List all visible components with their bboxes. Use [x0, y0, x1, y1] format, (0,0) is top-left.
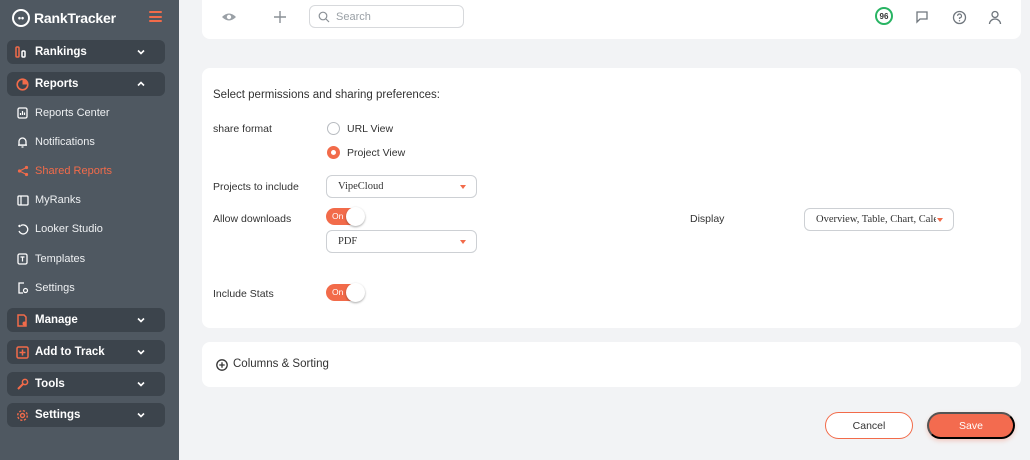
columns-sorting-panel[interactable]: Columns & Sorting: [202, 342, 1021, 387]
select-value: VipeCloud: [338, 181, 384, 192]
dropdown-caret-icon: [460, 240, 466, 244]
manage-icon: [15, 313, 29, 327]
include-stats-toggle[interactable]: On: [326, 283, 365, 302]
report-settings-icon: [16, 282, 29, 295]
select-value: PDF: [338, 236, 358, 247]
display-select[interactable]: Overview, Table, Chart, Calendar: [804, 208, 954, 231]
sidebar-item-label: Looker Studio: [35, 223, 103, 235]
sidebar-group-manage[interactable]: Manage: [7, 308, 165, 332]
columns-sorting-label: Columns & Sorting: [233, 358, 329, 370]
logo-text: RankTracker: [34, 10, 116, 26]
sidebar-group-label: Settings: [35, 409, 81, 421]
sidebar-item-looker-studio[interactable]: Looker Studio: [16, 220, 103, 238]
radio-url-view[interactable]: URL View: [327, 122, 393, 135]
dropdown-caret-icon: [937, 218, 943, 222]
sidebar-item-label: Templates: [35, 253, 86, 265]
share-icon: [16, 165, 29, 178]
projects-label: Projects to include: [213, 181, 299, 193]
logo-icon: ••: [12, 9, 30, 27]
radio-label: Project View: [347, 146, 406, 159]
radio-project-view[interactable]: Project View: [327, 146, 405, 159]
user-icon[interactable]: [986, 8, 1004, 26]
display-label: Display: [690, 213, 725, 225]
add-to-track-icon: [15, 345, 29, 359]
sidebar-item-myranks[interactable]: MyRanks: [16, 191, 81, 209]
tools-icon: [15, 377, 29, 391]
plus-icon[interactable]: [271, 8, 289, 26]
sidebar-group-add-to-track[interactable]: Add to Track: [7, 340, 165, 364]
chevron-down-icon: [137, 349, 145, 355]
sidebar-item-reports-center[interactable]: Reports Center: [16, 104, 110, 122]
form-heading: Select permissions and sharing preferenc…: [213, 89, 440, 101]
sidebar-item-label: Reports Center: [35, 107, 110, 119]
cancel-button[interactable]: Cancel: [825, 412, 913, 439]
sidebar-item-label: Settings: [35, 282, 75, 294]
allow-downloads-toggle[interactable]: On: [326, 207, 365, 226]
bell-icon: [16, 136, 29, 149]
templates-icon: [16, 253, 29, 266]
sidebar-group-label: Reports: [35, 78, 79, 90]
search-input[interactable]: [336, 10, 446, 23]
dropdown-caret-icon: [460, 185, 466, 189]
logo[interactable]: •• RankTracker: [12, 8, 116, 28]
sidebar-group-label: Rankings: [35, 46, 87, 58]
score-badge[interactable]: 96: [875, 7, 893, 25]
save-button[interactable]: Save: [927, 412, 1015, 439]
eye-icon[interactable]: [220, 8, 238, 26]
include-stats-label: Include Stats: [213, 288, 274, 300]
plus-circle-icon: [216, 359, 228, 371]
radio-label: URL View: [347, 122, 394, 135]
settings-icon: [15, 408, 29, 422]
sidebar-item-templates[interactable]: Templates: [16, 250, 85, 268]
share-settings-card: Select permissions and sharing preferenc…: [202, 68, 1021, 328]
chevron-up-icon: [137, 81, 145, 87]
toggle-state: On: [332, 287, 344, 297]
chevron-down-icon: [137, 381, 145, 387]
sidebar-item-label: MyRanks: [35, 194, 81, 206]
rankings-icon: [15, 45, 29, 59]
download-format-select[interactable]: PDF: [326, 230, 477, 253]
message-icon[interactable]: [913, 8, 931, 26]
top-bar: 96: [202, 0, 1021, 39]
help-icon[interactable]: [950, 8, 968, 26]
chevron-down-icon: [137, 412, 145, 418]
sidebar-item-label: Notifications: [35, 136, 95, 148]
radio-dot[interactable]: [327, 122, 340, 135]
select-value: Overview, Table, Chart, Calendar: [816, 214, 936, 225]
sidebar-item-label: Shared Reports: [35, 165, 113, 177]
sidebar-group-reports[interactable]: Reports: [7, 72, 165, 96]
sidebar-group-label: Manage: [35, 314, 78, 326]
projects-select[interactable]: VipeCloud: [326, 175, 477, 198]
chevron-down-icon: [137, 317, 145, 323]
sidebar: •• RankTracker Rankings Reports Reports …: [0, 0, 179, 460]
radio-dot-selected[interactable]: [327, 146, 340, 159]
looker-studio-icon: [16, 223, 29, 236]
toggle-knob: [346, 207, 365, 226]
search-icon: [318, 11, 330, 22]
toggle-knob: [346, 283, 365, 302]
allow-downloads-label: Allow downloads: [213, 213, 292, 225]
chevron-down-icon: [137, 49, 145, 55]
sidebar-group-tools[interactable]: Tools: [7, 372, 165, 396]
menu-toggle-icon[interactable]: [149, 11, 162, 22]
search-box[interactable]: [309, 5, 464, 28]
toggle-state: On: [332, 211, 344, 221]
reports-center-icon: [16, 107, 29, 120]
sidebar-group-settings[interactable]: Settings: [7, 403, 165, 427]
sidebar-group-label: Add to Track: [35, 346, 105, 358]
myranks-icon: [16, 194, 29, 207]
sidebar-item-report-settings[interactable]: Settings: [16, 279, 75, 297]
share-format-label: share format: [213, 123, 272, 135]
reports-icon: [15, 77, 29, 91]
sidebar-item-notifications[interactable]: Notifications: [16, 133, 95, 151]
sidebar-item-shared-reports[interactable]: Shared Reports: [16, 162, 112, 180]
sidebar-group-rankings[interactable]: Rankings: [7, 40, 165, 64]
sidebar-group-label: Tools: [35, 378, 65, 390]
